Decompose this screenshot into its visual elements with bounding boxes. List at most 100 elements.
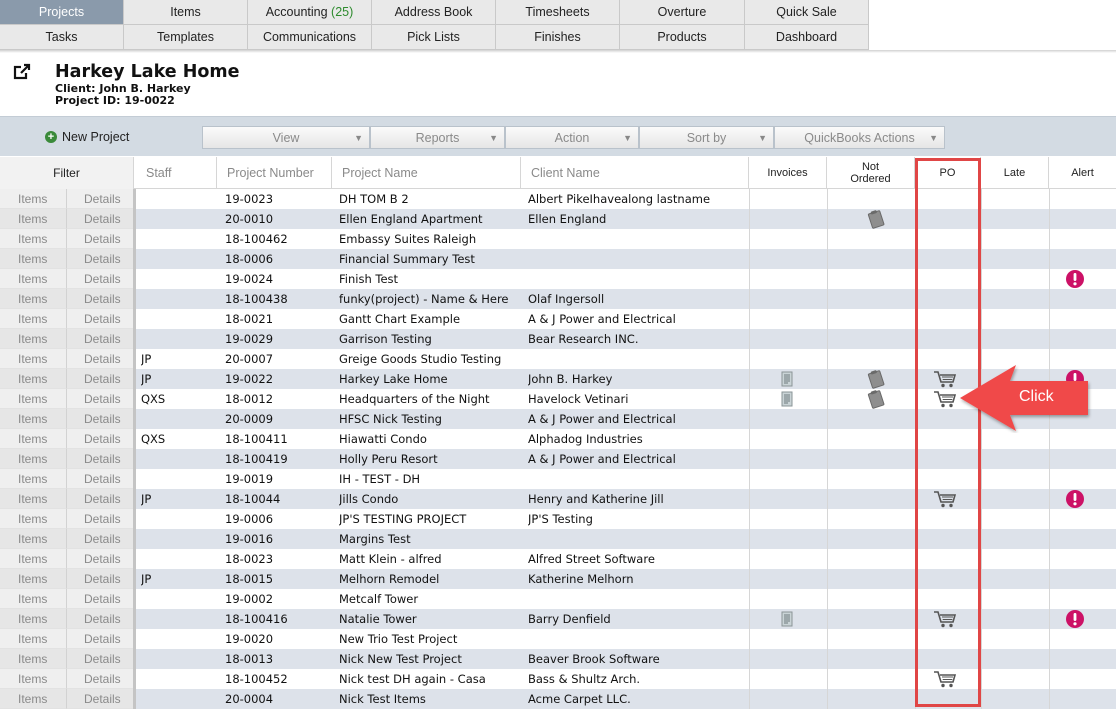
nav-tab-address-book[interactable]: Address Book <box>372 0 496 25</box>
table-row[interactable]: Items Details 18-0021 Gantt Chart Example A … <box>0 309 1116 329</box>
nav-tab-projects[interactable]: Projects <box>0 0 124 25</box>
project-name-cell[interactable]: HFSC Nick Testing <box>339 409 519 429</box>
invoice-icon[interactable] <box>774 609 800 629</box>
nav-tab-tasks[interactable]: Tasks <box>0 25 124 50</box>
nav-tab-quick-sale[interactable]: Quick Sale <box>745 0 869 25</box>
details-button[interactable]: Details <box>67 369 134 389</box>
clipboard-icon[interactable] <box>864 209 888 229</box>
nav-tab-communications[interactable]: Communications <box>248 25 372 50</box>
project-name-cell[interactable]: Metcalf Tower <box>339 589 519 609</box>
details-button[interactable]: Details <box>67 329 134 349</box>
sort-by-dropdown[interactable]: Sort by ▼ <box>639 126 774 149</box>
shopping-cart-icon[interactable] <box>932 609 958 629</box>
details-button[interactable]: Details <box>67 649 134 669</box>
project-name-cell[interactable]: funky(project) - Name & Here <box>339 289 519 309</box>
details-button[interactable]: Details <box>67 629 134 649</box>
clipboard-icon[interactable] <box>864 369 888 389</box>
items-button[interactable]: Items <box>0 609 67 629</box>
external-link-icon[interactable] <box>13 63 31 81</box>
items-button[interactable]: Items <box>0 269 67 289</box>
project-name-cell[interactable]: Natalie Tower <box>339 609 519 629</box>
details-button[interactable]: Details <box>67 669 134 689</box>
items-button[interactable]: Items <box>0 249 67 269</box>
table-row[interactable]: Items Details 19-0016 Margins Test <box>0 529 1116 549</box>
table-row[interactable]: Items Details JP 18-0015 Melhorn Remodel Kath… <box>0 569 1116 589</box>
project-name-cell[interactable]: Nick test DH again - Casa <box>339 669 519 689</box>
items-button[interactable]: Items <box>0 309 67 329</box>
details-button[interactable]: Details <box>67 489 134 509</box>
table-row[interactable]: Items Details 19-0020 New Trio Test Project <box>0 629 1116 649</box>
project-name-cell[interactable]: DH TOM B 2 <box>339 189 519 209</box>
details-button[interactable]: Details <box>67 689 134 709</box>
table-row[interactable]: Items Details 18-100462 Embassy Suites Rale… <box>0 229 1116 249</box>
shopping-cart-icon[interactable] <box>932 489 958 509</box>
items-button[interactable]: Items <box>0 189 67 209</box>
po-header[interactable]: PO <box>915 157 981 189</box>
shopping-cart-icon[interactable] <box>932 669 958 689</box>
project-name-cell[interactable]: Hiawatti Condo <box>339 429 519 449</box>
table-row[interactable]: Items Details 19-0029 Garrison Testing Bear … <box>0 329 1116 349</box>
alert-icon[interactable] <box>1064 269 1086 289</box>
items-button[interactable]: Items <box>0 669 67 689</box>
items-button[interactable]: Items <box>0 389 67 409</box>
project-name-cell[interactable]: Harkey Lake Home <box>339 369 519 389</box>
nav-tab-products[interactable]: Products <box>620 25 745 50</box>
details-button[interactable]: Details <box>67 309 134 329</box>
table-row[interactable]: Items Details 19-0006 JP'S TESTING PROJECT J… <box>0 509 1116 529</box>
details-button[interactable]: Details <box>67 509 134 529</box>
project-name-cell[interactable]: JP'S TESTING PROJECT <box>339 509 519 529</box>
project-name-cell[interactable]: Matt Klein - alfred <box>339 549 519 569</box>
clipboard-icon[interactable] <box>864 389 888 409</box>
table-row[interactable]: Items Details 19-0024 Finish Test <box>0 269 1116 289</box>
table-row[interactable]: Items Details QXS 18-100411 Hiawatti Condo Al… <box>0 429 1116 449</box>
details-button[interactable]: Details <box>67 289 134 309</box>
details-button[interactable]: Details <box>67 589 134 609</box>
table-row[interactable]: Items Details QXS 18-0012 Headquarters of th… <box>0 389 1116 409</box>
table-row[interactable]: Items Details JP 20-0007 Greige Goods Studio… <box>0 349 1116 369</box>
project-name-header[interactable]: Project Name <box>332 157 521 189</box>
project-name-cell[interactable]: Margins Test <box>339 529 519 549</box>
table-row[interactable]: Items Details 19-0002 Metcalf Tower <box>0 589 1116 609</box>
project-name-cell[interactable]: Melhorn Remodel <box>339 569 519 589</box>
project-name-cell[interactable]: Financial Summary Test <box>339 249 519 269</box>
nav-tab-items[interactable]: Items <box>124 0 248 25</box>
details-button[interactable]: Details <box>67 209 134 229</box>
items-button[interactable]: Items <box>0 509 67 529</box>
table-row[interactable]: Items Details 18-0023 Matt Klein - alfred Al… <box>0 549 1116 569</box>
project-name-cell[interactable]: Embassy Suites Raleigh <box>339 229 519 249</box>
details-button[interactable]: Details <box>67 389 134 409</box>
items-button[interactable]: Items <box>0 649 67 669</box>
items-button[interactable]: Items <box>0 689 67 709</box>
project-name-cell[interactable]: Nick Test Items <box>339 689 519 709</box>
details-button[interactable]: Details <box>67 429 134 449</box>
shopping-cart-icon[interactable] <box>932 389 958 409</box>
details-button[interactable]: Details <box>67 349 134 369</box>
reports-dropdown[interactable]: Reports ▼ <box>370 126 505 149</box>
alert-header[interactable]: Alert <box>1049 157 1116 189</box>
items-button[interactable]: Items <box>0 289 67 309</box>
items-button[interactable]: Items <box>0 589 67 609</box>
nav-tab-pick-lists[interactable]: Pick Lists <box>372 25 496 50</box>
table-row[interactable]: Items Details 20-0009 HFSC Nick Testing A & … <box>0 409 1116 429</box>
items-button[interactable]: Items <box>0 369 67 389</box>
details-button[interactable]: Details <box>67 609 134 629</box>
nav-tab-overture[interactable]: Overture <box>620 0 745 25</box>
new-project-button[interactable]: + New Project <box>45 130 129 144</box>
details-button[interactable]: Details <box>67 189 134 209</box>
details-button[interactable]: Details <box>67 409 134 429</box>
nav-tab-finishes[interactable]: Finishes <box>496 25 620 50</box>
invoice-icon[interactable] <box>774 369 800 389</box>
details-button[interactable]: Details <box>67 529 134 549</box>
project-number-header[interactable]: Project Number <box>217 157 332 189</box>
invoice-icon[interactable] <box>774 389 800 409</box>
late-header[interactable]: Late <box>981 157 1049 189</box>
project-name-cell[interactable]: Nick New Test Project <box>339 649 519 669</box>
action-dropdown[interactable]: Action ▼ <box>505 126 639 149</box>
items-button[interactable]: Items <box>0 449 67 469</box>
items-button[interactable]: Items <box>0 549 67 569</box>
project-name-cell[interactable]: IH - TEST - DH <box>339 469 519 489</box>
items-button[interactable]: Items <box>0 329 67 349</box>
details-button[interactable]: Details <box>67 229 134 249</box>
project-name-cell[interactable]: New Trio Test Project <box>339 629 519 649</box>
items-button[interactable]: Items <box>0 629 67 649</box>
